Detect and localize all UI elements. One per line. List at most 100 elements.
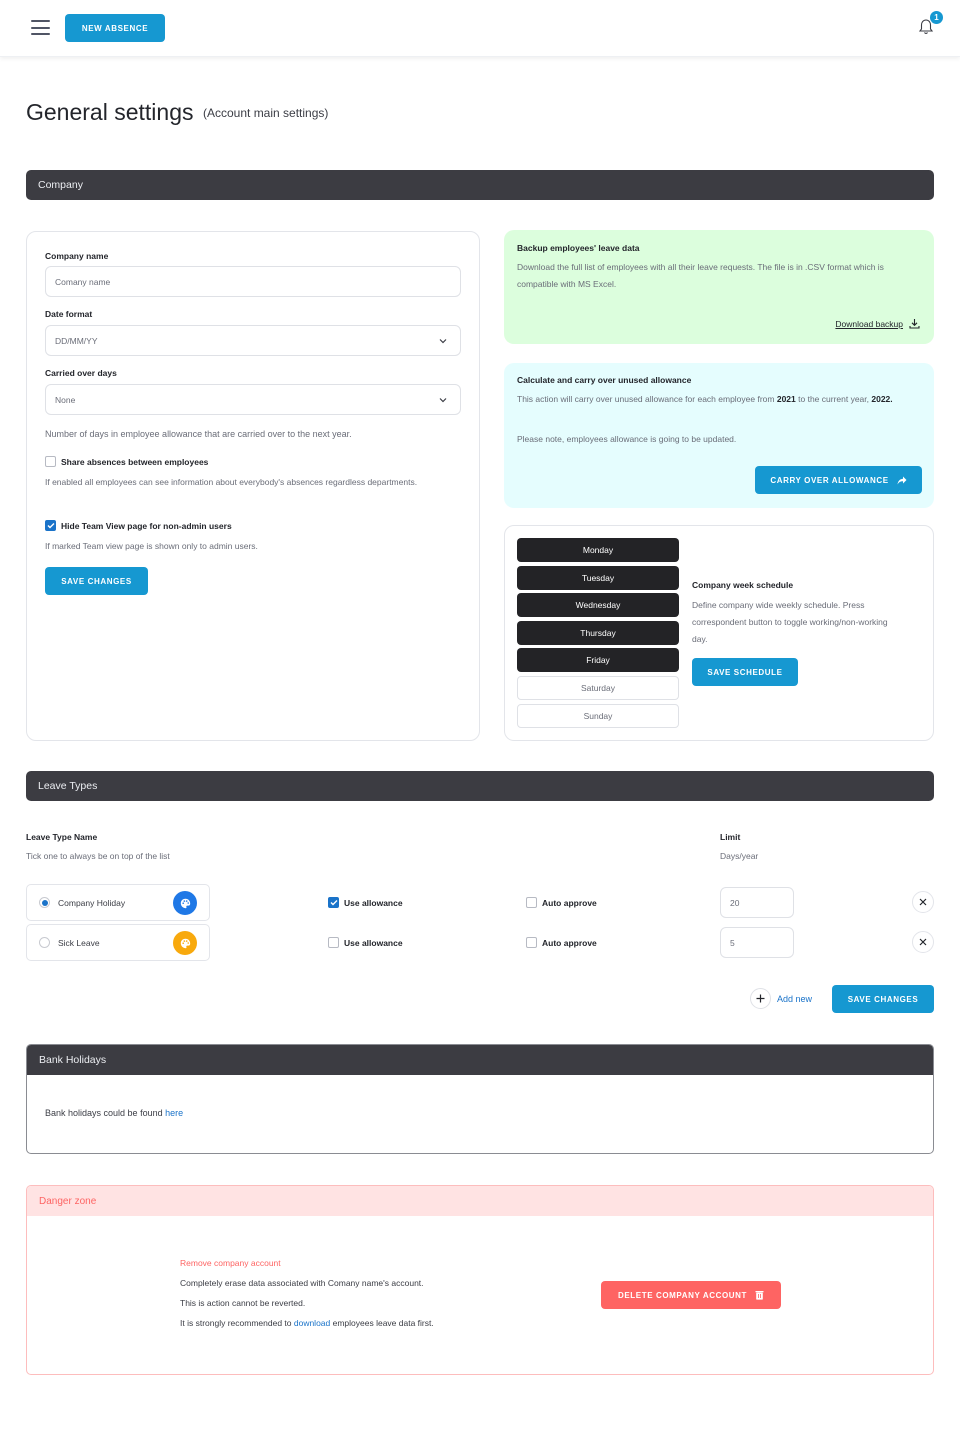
close-icon xyxy=(919,898,927,906)
day-toggle-saturday[interactable]: Saturday xyxy=(517,676,679,700)
auto-approve-row[interactable]: Auto approve xyxy=(526,937,597,948)
hide-team-view-checkbox[interactable] xyxy=(45,520,56,531)
share-absences-help: If enabled all employees can see informa… xyxy=(45,477,418,487)
danger-line-3: It is strongly recommended to download e… xyxy=(180,1315,434,1332)
company-section-header: Company xyxy=(26,170,934,200)
carry-over-button[interactable]: CARRY OVER ALLOWANCE xyxy=(755,466,922,494)
carried-over-label: Carried over days xyxy=(45,368,117,378)
palette-icon xyxy=(180,938,190,948)
day-toggle-tuesday[interactable]: Tuesday xyxy=(517,565,679,590)
date-format-select[interactable]: DD/MM/YY xyxy=(45,325,461,356)
to-year: 2022. xyxy=(871,394,893,404)
leave-type-name-header: Leave Type Name xyxy=(26,832,98,842)
hide-team-view-label: Hide Team View page for non-admin users xyxy=(61,520,232,531)
danger-zone-header: Danger zone xyxy=(27,1186,933,1216)
chevron-down-icon xyxy=(439,398,447,403)
color-picker-button[interactable] xyxy=(173,891,197,915)
check-icon xyxy=(47,523,54,529)
new-absence-button[interactable]: NEW ABSENCE xyxy=(65,14,165,42)
delete-button-label: DELETE COMPANY ACCOUNT xyxy=(617,1290,748,1300)
leave-type-name-field: Sick Leave xyxy=(26,924,210,961)
delete-company-account-button[interactable]: DELETE COMPANY ACCOUNT xyxy=(601,1281,781,1309)
auto-approve-checkbox[interactable] xyxy=(526,937,537,948)
remove-leave-type-button[interactable] xyxy=(912,931,934,953)
save-schedule-button[interactable]: SAVE SCHEDULE xyxy=(692,658,798,686)
use-allowance-checkbox[interactable] xyxy=(328,897,339,908)
auto-approve-checkbox[interactable] xyxy=(526,897,537,908)
add-new-leave-type[interactable]: Add new xyxy=(750,988,812,1009)
limit-input[interactable]: 5 xyxy=(720,927,794,958)
section-title: Company xyxy=(38,179,83,191)
share-absences-checkbox[interactable] xyxy=(45,456,56,467)
limit-input[interactable]: 20 xyxy=(720,887,794,918)
danger-zone-card: Danger zone Remove company account Compl… xyxy=(26,1185,934,1375)
day-toggle-friday[interactable]: Friday xyxy=(517,648,679,673)
carry-over-note: Please note, employees allowance is goin… xyxy=(517,434,737,444)
save-leave-types-button[interactable]: SAVE CHANGES xyxy=(832,985,934,1013)
date-format-label: Date format xyxy=(45,309,93,319)
backup-title: Backup employees' leave data xyxy=(517,243,640,253)
carry-over-text: to the current year, xyxy=(795,394,872,404)
auto-approve-row[interactable]: Auto approve xyxy=(526,897,597,908)
bank-holidays-message: Bank holidays could be found xyxy=(45,1108,166,1118)
chevron-down-icon xyxy=(439,339,447,344)
from-year: 2021 xyxy=(776,394,796,404)
danger-line-1: Completely erase data associated with Co… xyxy=(180,1278,424,1288)
carry-over-title: Calculate and carry over unused allowanc… xyxy=(517,375,692,385)
backup-card: Backup employees' leave data Download th… xyxy=(504,230,934,344)
page-subtitle: (Account main settings) xyxy=(203,106,329,120)
remove-account-title: Remove company account xyxy=(180,1258,281,1268)
carry-over-button-label: CARRY OVER ALLOWANCE xyxy=(770,475,889,485)
bank-holidays-link[interactable]: here xyxy=(165,1108,183,1118)
use-allowance-label: Use allowance xyxy=(344,937,403,948)
company-name-input[interactable]: Comany name xyxy=(45,266,461,297)
carried-over-value: None xyxy=(55,394,76,405)
color-picker-button[interactable] xyxy=(173,931,197,955)
hamburger-icon[interactable] xyxy=(31,20,50,35)
primary-radio[interactable] xyxy=(39,897,50,908)
share-absences-row[interactable]: Share absences between employees xyxy=(45,456,208,467)
danger-line-3-text: It is strongly recommended to xyxy=(180,1318,294,1328)
company-settings-card: Company name Comany name Date format DD/… xyxy=(26,231,480,741)
palette-icon xyxy=(180,898,190,908)
save-company-button[interactable]: SAVE CHANGES xyxy=(45,567,148,595)
backup-description: Download the full list of employees with… xyxy=(517,262,884,289)
remove-leave-type-button[interactable] xyxy=(912,891,934,913)
date-format-value: DD/MM/YY xyxy=(55,335,98,346)
day-toggle-monday[interactable]: Monday xyxy=(517,538,679,562)
bank-holidays-header: Bank Holidays xyxy=(27,1045,933,1075)
download-link[interactable]: download xyxy=(294,1318,330,1328)
download-backup-label: Download backup xyxy=(835,318,903,329)
leave-type-name: Sick Leave xyxy=(58,937,100,948)
section-title: Leave Types xyxy=(38,780,98,792)
notification-badge: 1 xyxy=(930,11,943,24)
use-allowance-row[interactable]: Use allowance xyxy=(328,897,403,908)
day-toggle-thursday[interactable]: Thursday xyxy=(517,620,679,645)
auto-approve-label: Auto approve xyxy=(542,897,597,908)
use-allowance-checkbox[interactable] xyxy=(328,937,339,948)
share-arrow-icon xyxy=(897,476,907,484)
bank-holidays-card: Bank Holidays Bank holidays could be fou… xyxy=(26,1044,934,1154)
leave-type-name-help: Tick one to always be on top of the list xyxy=(26,851,170,861)
use-allowance-label: Use allowance xyxy=(344,897,403,908)
download-backup-link[interactable]: Download backup xyxy=(835,318,920,329)
download-icon xyxy=(909,319,920,329)
carry-over-card: Calculate and carry over unused allowanc… xyxy=(504,363,934,508)
close-icon xyxy=(919,938,927,946)
share-absences-label: Share absences between employees xyxy=(61,456,209,467)
carry-over-text: This action will carry over unused allow… xyxy=(517,394,777,404)
limit-header: Limit xyxy=(720,832,741,842)
carried-over-select[interactable]: None xyxy=(45,384,461,415)
hide-team-view-row[interactable]: Hide Team View page for non-admin users xyxy=(45,520,232,531)
schedule-description: Define company wide weekly schedule. Pre… xyxy=(692,600,888,644)
use-allowance-row[interactable]: Use allowance xyxy=(328,937,403,948)
primary-radio[interactable] xyxy=(39,937,50,948)
danger-line-3-text: employees leave data first. xyxy=(330,1318,434,1328)
carried-over-help: Number of days in employee allowance tha… xyxy=(45,429,352,439)
leave-type-name-field: Company Holiday xyxy=(26,884,210,921)
add-new-label: Add new xyxy=(777,993,813,1004)
day-toggle-wednesday[interactable]: Wednesday xyxy=(517,593,679,618)
limit-help: Days/year xyxy=(720,851,759,861)
day-toggle-sunday[interactable]: Sunday xyxy=(517,703,679,728)
leave-types-section-header: Leave Types xyxy=(26,771,934,801)
